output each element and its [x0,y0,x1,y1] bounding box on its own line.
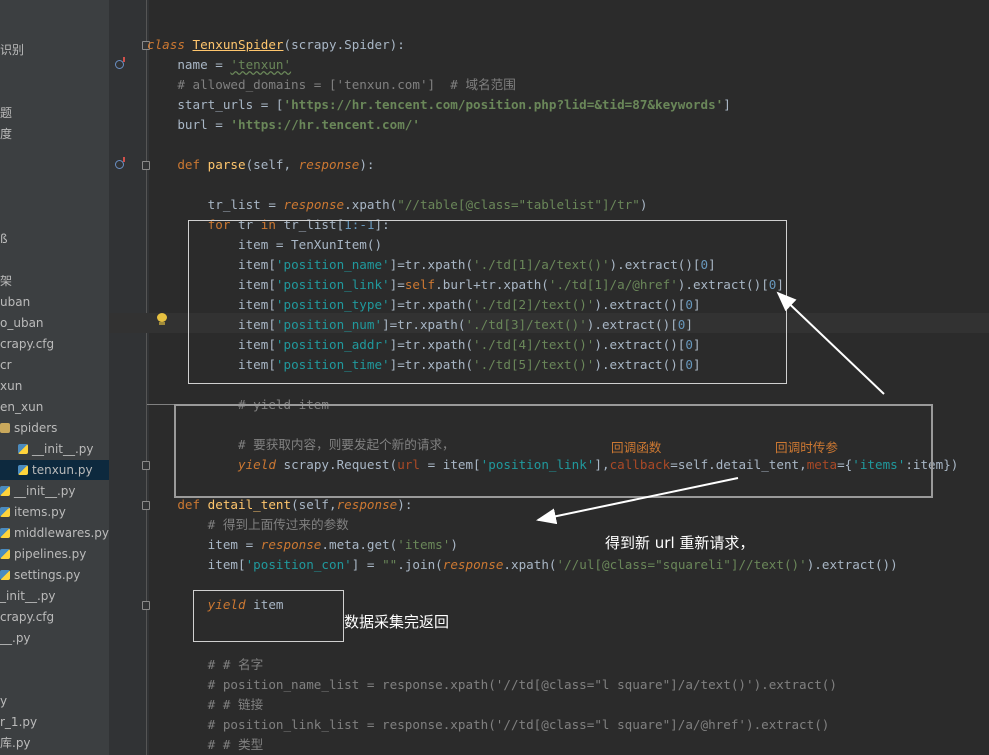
sidebar-item-label: __.py [0,631,31,645]
sidebar-item[interactable]: spiders [0,418,57,438]
sidebar-item[interactable]: 题 [0,103,12,123]
sidebar-item[interactable]: tenxun.py [0,460,109,480]
code-line: # # 名字 [147,657,264,672]
sidebar-item-label: y [0,694,8,708]
sidebar-item-label: 度 [0,127,13,141]
sidebar-item-label: ß [0,232,8,246]
done-return-note: 数据采集完返回 [344,613,450,631]
sidebar-item[interactable]: crapy.cfg [0,334,54,354]
sidebar-item[interactable]: 架 [0,271,12,291]
annotation-box-items [188,220,787,384]
sidebar-item-label: items.py [14,505,66,519]
sidebar-item-label: o_uban [0,316,44,330]
sidebar-item-label: en_xun [0,400,44,414]
code-line: burl = 'https://hr.tencent.com/' [147,117,420,132]
python-file-icon [0,507,10,517]
sidebar-item[interactable]: 度 [0,124,12,144]
sidebar-item-label: _init__.py [0,589,56,603]
code-line: # # 类型 [147,737,264,752]
sidebar-item[interactable]: __init__.py [0,481,76,501]
code-line: # position_name_list = response.xpath('/… [147,677,837,692]
code-line: item['position_con'] = "".join(response.… [147,557,898,572]
sidebar-item[interactable]: items.py [0,502,66,522]
sidebar-item-label: crapy.cfg [0,610,55,624]
python-file-icon [0,528,10,538]
sidebar-item-label: cr [0,358,12,372]
sidebar-item[interactable]: r_1.py [0,712,37,732]
sidebar-item-label: 题 [0,106,13,120]
sidebar-item[interactable]: ß [0,229,8,249]
python-file-icon [0,570,10,580]
annotation-box-yield [193,590,344,642]
sidebar-item[interactable]: pipelines.py [0,544,86,564]
sidebar-item[interactable]: uban [0,292,30,312]
project-sidebar: 识别题度 ß 架 uban o_uban crapy.cfg cr xun en_xunspid… [0,0,109,755]
code-line: tr_list = response.xpath("//table[@class… [147,197,648,212]
sidebar-item-label: __init__.py [14,484,76,498]
sidebar-item[interactable]: __.py [0,628,31,648]
override-marker-icon[interactable] [115,157,125,169]
sidebar-item[interactable]: o_uban [0,313,44,333]
editor-gutter [109,0,149,755]
sidebar-item-label: xun [0,379,23,393]
override-marker-icon[interactable] [115,57,125,69]
sidebar-item[interactable]: 识别 [0,40,24,60]
python-file-icon [18,444,28,454]
sidebar-item[interactable]: middlewares.py [0,523,109,543]
sidebar-item[interactable]: 库.py [0,733,31,753]
code-line: # # 链接 [147,697,264,712]
code-line: # 得到上面传过来的参数 [147,517,349,532]
sidebar-item-label: __init__.py [32,442,94,456]
new-request-note: 得到新 url 重新请求， [605,534,755,552]
code-line: item = response.meta.get('items') [147,537,458,552]
sidebar-item-label: 架 [0,274,13,288]
sidebar-item-label: r_1.py [0,715,38,729]
code-line: def detail_tent(self,response): [147,497,413,512]
sidebar-item[interactable]: __init__.py [0,439,94,459]
sidebar-item-label: crapy.cfg [0,337,55,351]
sidebar-item-label: middlewares.py [14,526,109,540]
sidebar-item-label: 库.py [0,736,31,750]
python-file-icon [0,486,10,496]
python-file-icon [18,465,28,475]
sidebar-item[interactable]: xun [0,376,22,396]
code-line: class TenxunSpider(scrapy.Spider): [147,37,405,52]
python-file-icon [0,549,10,559]
sidebar-item-label: tenxun.py [32,463,93,477]
sidebar-item[interactable]: cr [0,355,12,375]
sidebar-item[interactable]: settings.py [0,565,80,585]
folder-icon [0,423,10,433]
meta-note: 回调时传参 [775,440,838,455]
code-line: def parse(self, response): [147,157,375,172]
code-line: start_urls = ['https://hr.tencent.com/po… [147,97,731,112]
sidebar-item[interactable]: en_xun [0,397,43,417]
sidebar-item[interactable]: _init__.py [0,586,56,606]
callback-note: 回调函数 [611,440,662,455]
sidebar-item-label: pipelines.py [14,547,87,561]
sidebar-item-label: uban [0,295,31,309]
sidebar-item-label: 识别 [0,43,25,57]
sidebar-item[interactable]: y [0,691,7,711]
sidebar-item-label: spiders [14,421,58,435]
sidebar-item[interactable]: crapy.cfg [0,607,54,627]
code-line: # position_link_list = response.xpath('/… [147,717,830,732]
code-line: # allowed_domains = ['tenxun.com'] # 域名范… [147,77,516,92]
code-line: name = 'tenxun' [147,57,292,72]
sidebar-item-label: settings.py [14,568,81,582]
